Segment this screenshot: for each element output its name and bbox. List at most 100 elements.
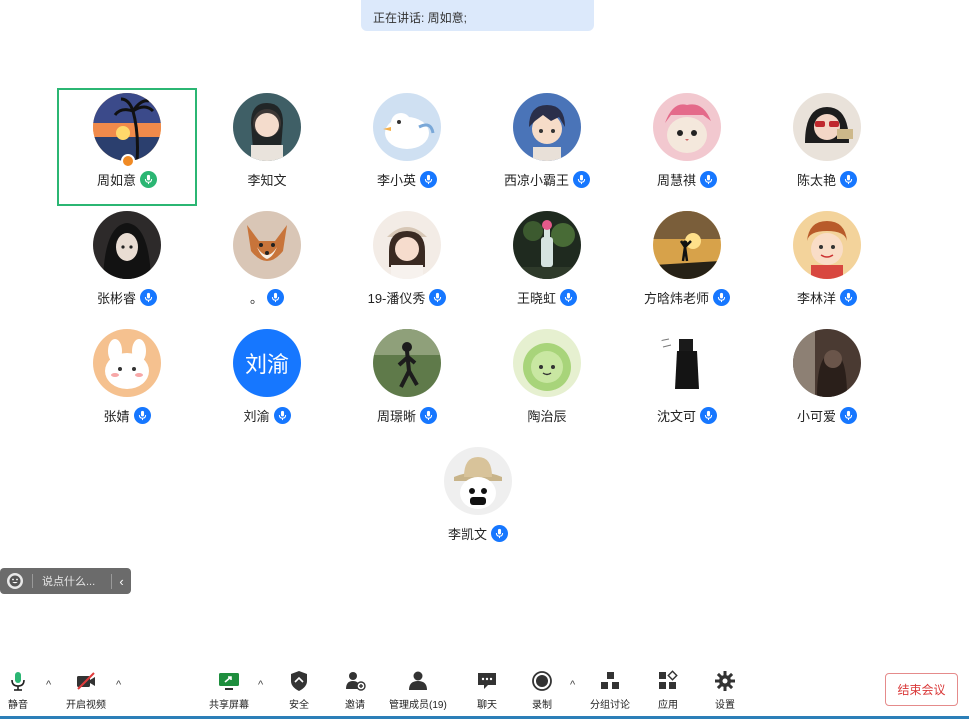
participant-name-row: 陈太艳 bbox=[757, 170, 897, 189]
participant-name: 王晓虹 bbox=[516, 291, 556, 306]
mic-icon bbox=[140, 289, 157, 306]
sunglasses-girl-avatar bbox=[793, 93, 861, 161]
host-badge-icon bbox=[121, 154, 135, 168]
participant-tile[interactable]: 刘渝 刘渝 bbox=[197, 324, 337, 442]
participant-tile[interactable]: 19-潘仪秀 bbox=[337, 206, 477, 324]
settings-button[interactable]: 设置 bbox=[713, 669, 737, 711]
participant-name-row: 周慧祺 bbox=[617, 170, 757, 189]
participant-tile[interactable]: 李知文 bbox=[197, 88, 337, 206]
sunset-palm-avatar bbox=[93, 93, 161, 161]
participant-name-row: 西凉小霸王 bbox=[477, 170, 617, 189]
start-video-button[interactable]: 开启视频 bbox=[66, 669, 106, 711]
participant-name-row: 李小英 bbox=[337, 170, 477, 189]
participant-name: 周慧祺 bbox=[656, 173, 696, 188]
bottle-night-avatar bbox=[513, 211, 581, 279]
participant-tile[interactable]: 张婧 bbox=[57, 324, 197, 442]
mic-icon bbox=[273, 407, 291, 424]
emoji-icon[interactable] bbox=[7, 573, 23, 589]
girl-hat-avatar bbox=[373, 211, 441, 279]
dark-portrait-avatar bbox=[793, 329, 861, 397]
participant-name: 李知文 bbox=[247, 173, 287, 188]
mic-icon bbox=[713, 289, 730, 306]
anime-girl-avatar bbox=[93, 211, 161, 279]
participant-tile[interactable]: 陈太艳 bbox=[757, 88, 897, 206]
participant-name: 西凉小霸王 bbox=[503, 173, 569, 188]
record-label: 录制 bbox=[532, 700, 552, 711]
participant-tile[interactable]: 西凉小霸王 bbox=[477, 88, 617, 206]
participant-tile[interactable]: 周璟晰 bbox=[337, 324, 477, 442]
participant-tile[interactable]: 。 bbox=[197, 206, 337, 324]
cartoon-bird-avatar bbox=[373, 93, 441, 161]
share-screen-label: 共享屏幕 bbox=[209, 700, 249, 711]
mic-icon bbox=[420, 407, 437, 424]
invite-button[interactable]: 邀请 bbox=[343, 669, 367, 711]
mute-options-chevron-icon[interactable]: ^ bbox=[46, 679, 51, 691]
chat-button[interactable]: 聊天 bbox=[475, 669, 499, 711]
hat-mask-avatar bbox=[444, 447, 512, 515]
apps-icon bbox=[656, 669, 680, 693]
start-video-label: 开启视频 bbox=[66, 700, 106, 711]
record-options-chevron-icon[interactable]: ^ bbox=[570, 679, 575, 691]
members-icon bbox=[406, 669, 430, 693]
apps-label: 应用 bbox=[658, 700, 678, 711]
shield-icon bbox=[287, 669, 311, 693]
manage-members-button[interactable]: 管理成员(19) bbox=[389, 669, 447, 711]
mic-icon bbox=[560, 289, 577, 306]
participant-name-row: 19-潘仪秀 bbox=[337, 288, 477, 307]
participant-name-row: 沈文可 bbox=[617, 406, 757, 425]
apps-button[interactable]: 应用 bbox=[656, 669, 680, 711]
participant-tile[interactable]: 周如意 bbox=[57, 88, 197, 206]
participant-tile[interactable]: 李凯文 bbox=[408, 442, 548, 560]
participant-name: 沈文可 bbox=[656, 409, 696, 424]
participant-name: 方晗炜老师 bbox=[643, 291, 709, 306]
video-off-icon bbox=[74, 669, 98, 693]
participant-name: 周璟晰 bbox=[376, 409, 416, 424]
participant-tile[interactable]: 张彬睿 bbox=[57, 206, 197, 324]
manage-members-label: 管理成员(19) bbox=[389, 700, 447, 711]
participant-tile[interactable]: 王晓虹 bbox=[477, 206, 617, 324]
participant-tile[interactable]: 李小英 bbox=[337, 88, 477, 206]
participant-tile[interactable]: 周慧祺 bbox=[617, 88, 757, 206]
end-meeting-button[interactable]: 结束会议 bbox=[885, 673, 958, 706]
mute-label: 静音 bbox=[8, 700, 28, 711]
share-options-chevron-icon[interactable]: ^ bbox=[258, 679, 263, 691]
participant-name-row: 张婧 bbox=[57, 406, 197, 425]
participant-tile[interactable]: 陶治辰 bbox=[477, 324, 617, 442]
avatar-initials: 刘渝 bbox=[244, 352, 289, 377]
share-screen-icon bbox=[217, 669, 241, 693]
participant-tile[interactable]: 沈文可 bbox=[617, 324, 757, 442]
breakout-rooms-label: 分组讨论 bbox=[590, 700, 630, 711]
chat-quick-input[interactable]: 说点什么... ‹ bbox=[0, 568, 131, 594]
participant-name-row: 周璟晰 bbox=[337, 406, 477, 425]
share-screen-button[interactable]: 共享屏幕 bbox=[209, 669, 249, 711]
microphone-icon bbox=[6, 669, 30, 693]
silhouette-sunset-avatar bbox=[653, 211, 721, 279]
mute-button[interactable]: 静音 bbox=[6, 669, 30, 711]
collapse-chevron-icon[interactable]: ‹ bbox=[111, 573, 131, 589]
record-button[interactable]: 录制 bbox=[530, 669, 554, 711]
participant-tile[interactable]: 方晗炜老师 bbox=[617, 206, 757, 324]
mic-icon bbox=[840, 289, 857, 306]
video-options-chevron-icon[interactable]: ^ bbox=[116, 679, 121, 691]
participant-name: 李小英 bbox=[376, 173, 416, 188]
mic-active-icon bbox=[140, 171, 157, 188]
sketch-figure-avatar bbox=[653, 329, 721, 397]
security-label: 安全 bbox=[289, 700, 309, 711]
mic-icon bbox=[267, 289, 284, 306]
mic-icon bbox=[840, 171, 857, 188]
participant-name: 。 bbox=[249, 291, 263, 306]
breakout-rooms-button[interactable]: 分组讨论 bbox=[590, 669, 630, 711]
chat-placeholder[interactable]: 说点什么... bbox=[42, 573, 111, 589]
participant-name: 李林洋 bbox=[796, 291, 836, 306]
participant-tile[interactable]: 李林洋 bbox=[757, 206, 897, 324]
mic-icon bbox=[573, 171, 590, 188]
mic-icon bbox=[700, 171, 717, 188]
divider bbox=[32, 574, 33, 588]
security-button[interactable]: 安全 bbox=[287, 669, 311, 711]
participant-name: 周如意 bbox=[96, 173, 136, 188]
speaking-text: 正在讲话: 周如意; bbox=[373, 11, 468, 25]
cartoon-kid-avatar bbox=[793, 211, 861, 279]
bunny-avatar bbox=[93, 329, 161, 397]
participant-tile[interactable]: 小可爱 bbox=[757, 324, 897, 442]
meeting-toolbar: 静音 ^ 开启视频 ^ 共享屏幕 ^ 安全 邀请 管理成员(19) 聊天 录制 … bbox=[0, 665, 969, 719]
